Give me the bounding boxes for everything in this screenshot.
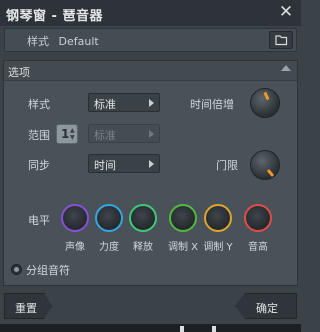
preset-label: 样式 — [27, 35, 49, 48]
envelope-knob[interactable] — [244, 204, 272, 232]
knob-indicator — [266, 168, 275, 178]
time-multiplier-knob[interactable] — [250, 88, 280, 118]
options-header[interactable]: 选项 — [4, 61, 297, 81]
preset-value: Default — [58, 35, 99, 48]
ok-button[interactable]: 确定 — [235, 293, 297, 319]
style-label: 样式 — [28, 98, 50, 111]
envelope-knob[interactable] — [169, 204, 197, 232]
window-title: 钢琴窗 - 琶音器 — [6, 9, 103, 24]
ok-button-label: 确定 — [256, 302, 278, 315]
sync-dropdown-value: 时间 — [94, 159, 116, 172]
title-bar: 钢琴窗 - 琶音器 ✕ — [0, 0, 301, 26]
group-notes-radio[interactable] — [11, 264, 22, 275]
reset-button-label: 重置 — [15, 302, 37, 315]
folder-icon — [275, 35, 288, 46]
level-label: 电平 — [28, 214, 50, 227]
gate-knob[interactable] — [250, 150, 280, 180]
envelope-knob[interactable] — [204, 204, 232, 232]
range-label: 范围 — [28, 129, 50, 142]
envelope-knob[interactable] — [129, 204, 157, 232]
preset-display: 样式 Default — [27, 33, 99, 49]
options-panel: 选项 样式 标准 时间倍增 范围 1 ▲ ▼ 标准 同步 时间 门限 电平 声像力… — [3, 60, 298, 286]
range-value: 1 — [61, 127, 70, 141]
collapse-arrow-icon[interactable] — [281, 65, 291, 71]
envelope-knob-label: 音高 — [248, 242, 268, 253]
time-multiplier-label: 时间倍增 — [190, 98, 234, 111]
sync-dropdown[interactable]: 时间 — [88, 154, 160, 173]
dropdown-arrow-icon — [149, 99, 154, 107]
taskbar-item — [212, 326, 216, 332]
envelope-knob[interactable] — [61, 204, 89, 232]
envelope-knob-label: 调制 X — [167, 242, 199, 253]
envelope-knob[interactable] — [95, 204, 123, 232]
preset-bar[interactable]: 样式 Default — [4, 28, 297, 52]
range-mode-dropdown: 标准 — [88, 124, 160, 143]
dropdown-arrow-icon — [149, 160, 154, 168]
stepper-arrows-icon[interactable]: ▲ ▼ — [70, 127, 76, 141]
style-dropdown-value: 标准 — [94, 98, 116, 111]
close-icon[interactable]: ✕ — [277, 1, 295, 23]
gate-label: 门限 — [216, 159, 238, 172]
folder-button[interactable] — [269, 31, 293, 49]
envelope-knob-label: 调制 Y — [203, 242, 233, 253]
range-stepper[interactable]: 1 ▲ ▼ — [56, 124, 78, 144]
sync-label: 同步 — [28, 159, 50, 172]
knob-indicator — [263, 91, 270, 101]
taskbar-item — [180, 326, 184, 332]
options-header-label: 选项 — [8, 66, 30, 79]
envelope-knob-label: 释放 — [133, 242, 153, 253]
reset-button[interactable]: 重置 — [4, 293, 52, 319]
style-dropdown[interactable]: 标准 — [88, 93, 160, 112]
range-mode-value: 标准 — [94, 129, 116, 142]
dropdown-arrow-icon — [149, 130, 154, 138]
group-notes-label: 分组音符 — [26, 264, 70, 277]
taskbar-strip — [0, 324, 301, 332]
